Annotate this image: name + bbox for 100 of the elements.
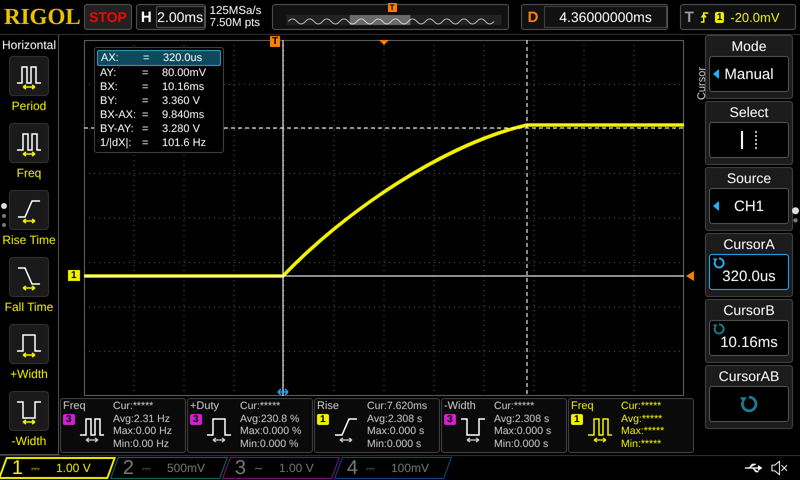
equals-sign: =	[142, 109, 150, 121]
measurement-title: Rise	[317, 400, 340, 412]
readout-label: AY:	[100, 67, 118, 79]
channel-tab[interactable]: 3 ~ 1.00 V	[222, 457, 340, 479]
delay-marker-icon	[379, 40, 389, 45]
delay-display: D 4.36000000ms	[520, 4, 668, 30]
page-indicator-icon	[792, 207, 799, 225]
coupling-symbol: ~	[254, 462, 264, 474]
measure-label: Freq	[16, 166, 42, 180]
channel-tab[interactable]: 2 ⎓ 500mV	[110, 457, 228, 479]
knob-icon	[713, 257, 725, 269]
readout-value: 80.00mV	[162, 67, 206, 79]
measure-button[interactable]	[9, 391, 49, 431]
softkey-panel[interactable]: Select	[705, 101, 793, 165]
sample-rate: 125MSa/s	[210, 5, 262, 17]
measurement-value: Avg:*****	[621, 412, 664, 425]
measurement-value: Max:0.00 Hz	[113, 425, 172, 438]
measurement-panel[interactable]: Freq 3 Cur:***** Avg:2.31 Hz Max:0.00 Hz Min:0.00 Hz	[60, 398, 186, 453]
trigger-position-marker: T	[270, 36, 280, 47]
channel-badge: 3	[190, 414, 202, 425]
softkey-panel[interactable]: Source CH1	[705, 167, 793, 231]
softkey-label: CursorB	[723, 302, 775, 318]
run-stop-status[interactable]: STOP	[84, 4, 132, 30]
measure-label: +Width	[10, 367, 48, 381]
measurement-value: Max:0.000 %	[240, 425, 302, 438]
measurement-value: Avg:230.8 %	[240, 412, 300, 425]
softkey-panel[interactable]: CursorA 320.0us	[705, 233, 793, 297]
channel-badge: 1	[317, 414, 329, 425]
measure-label: -Width	[12, 434, 46, 448]
channel-scale: 1.00 V	[279, 461, 314, 475]
measurement-title: +Duty	[190, 400, 220, 412]
measure-button[interactable]	[9, 257, 49, 297]
softkey-value-box[interactable]	[709, 122, 789, 158]
measure-label: Period	[12, 99, 46, 113]
softkey-label: CursorAB	[718, 368, 780, 384]
measurement-value: Avg:2.31 Hz	[113, 412, 172, 425]
trigger-display: T 1 -20.0mV	[680, 4, 796, 30]
coupling-symbol: ⎓	[366, 462, 376, 474]
measurement-value: Min:0.000 s	[494, 438, 550, 450]
channel-number: 4	[347, 456, 358, 480]
memory-depth: 7.50M pts	[210, 17, 262, 29]
channel-marker: 1	[68, 270, 80, 281]
readout-label: BY-AY:	[100, 123, 135, 135]
softkey-panel[interactable]: CursorB 10.16ms	[705, 299, 793, 363]
measurement-title: -Width	[444, 400, 477, 412]
rising-edge-icon	[700, 10, 709, 24]
measurement-value: Cur:*****	[113, 400, 154, 412]
measurement-value: Min:*****	[621, 438, 662, 450]
measurement-panel[interactable]: +Duty 3 Cur:***** Avg:230.8 % Max:0.000 % Min:0.000 %	[187, 398, 313, 453]
equals-sign: =	[142, 123, 150, 135]
measure-button[interactable]	[9, 324, 49, 364]
measurement-panel[interactable]: -Width 3 Cur:***** Avg:2.308 s Max:0.000 s Min:0.000 s	[441, 398, 567, 453]
measurement-value: Max:*****	[621, 425, 664, 438]
measurement-value: Cur:*****	[494, 400, 536, 412]
readout-label: BY:	[100, 95, 118, 107]
softkey-value-box[interactable]: CH1	[709, 188, 789, 224]
menu-title: Horizontal	[2, 38, 56, 52]
channel-tab[interactable]: 4 ⎓ 100mV	[334, 457, 452, 479]
coupling-symbol: ⎓	[31, 462, 40, 474]
equals-sign: =	[142, 95, 150, 107]
readout-label: BX-AX:	[100, 109, 138, 121]
softkey-value-box[interactable]	[709, 386, 789, 422]
measure-label: Fall Time	[4, 300, 54, 314]
measurement-value: Cur:*****	[240, 400, 282, 412]
readout-value: 3.360 V	[162, 95, 200, 107]
softkey-value: 10.16ms	[720, 334, 778, 350]
softkey-panel[interactable]: CursorAB	[705, 365, 793, 429]
measurement-title: Freq	[63, 400, 87, 412]
measurement-panel[interactable]: Freq 1 Cur:***** Avg:***** Max:***** Min:*****	[568, 398, 694, 453]
readout-value: 10.16ms	[162, 81, 204, 93]
left-arrow-icon	[713, 69, 719, 79]
channel-badge: 3	[63, 414, 75, 425]
channel-tab[interactable]: 1 ⎓ 1.00 V	[0, 457, 116, 479]
softkey-label: CursorA	[723, 236, 775, 252]
softkey-value: Manual	[724, 66, 774, 82]
page-indicator-icon	[1, 203, 7, 229]
softkey-value-box[interactable]: 10.16ms	[709, 320, 789, 356]
softkey-value-box[interactable]: 320.0us	[709, 254, 789, 290]
softkey-panel[interactable]: Mode Manual	[705, 35, 793, 99]
measure-button[interactable]	[9, 123, 49, 163]
measurement-value: Avg:2.308 s	[494, 412, 550, 425]
brand-logo: RIGOL	[4, 4, 80, 30]
softkey-value: 320.0us	[722, 268, 776, 284]
knob-icon	[713, 323, 725, 335]
readout-value: 3.280 V	[162, 123, 200, 135]
readout-value: 320.0us	[163, 52, 202, 64]
measurement-value: Min:0.00 Hz	[113, 438, 170, 450]
measurement-title: Freq	[571, 400, 595, 412]
softkey-value: CH1	[734, 198, 764, 214]
channel-number: 1	[12, 456, 24, 480]
channel-scale: 500mV	[167, 461, 206, 475]
measure-button[interactable]	[9, 56, 49, 96]
readout-label: BX:	[100, 81, 119, 93]
measurement-value: Min:0.000 %	[240, 438, 300, 450]
measure-button[interactable]	[9, 190, 49, 230]
usb-icon	[743, 462, 765, 474]
measurement-panel[interactable]: Rise 1 Cur:7.620ms Avg:2.308 s Max:0.000 s Min:0.000 s	[314, 398, 440, 453]
equals-sign: =	[143, 52, 150, 64]
readout-label: AX:	[101, 52, 120, 64]
softkey-value-box[interactable]: Manual	[709, 56, 789, 92]
